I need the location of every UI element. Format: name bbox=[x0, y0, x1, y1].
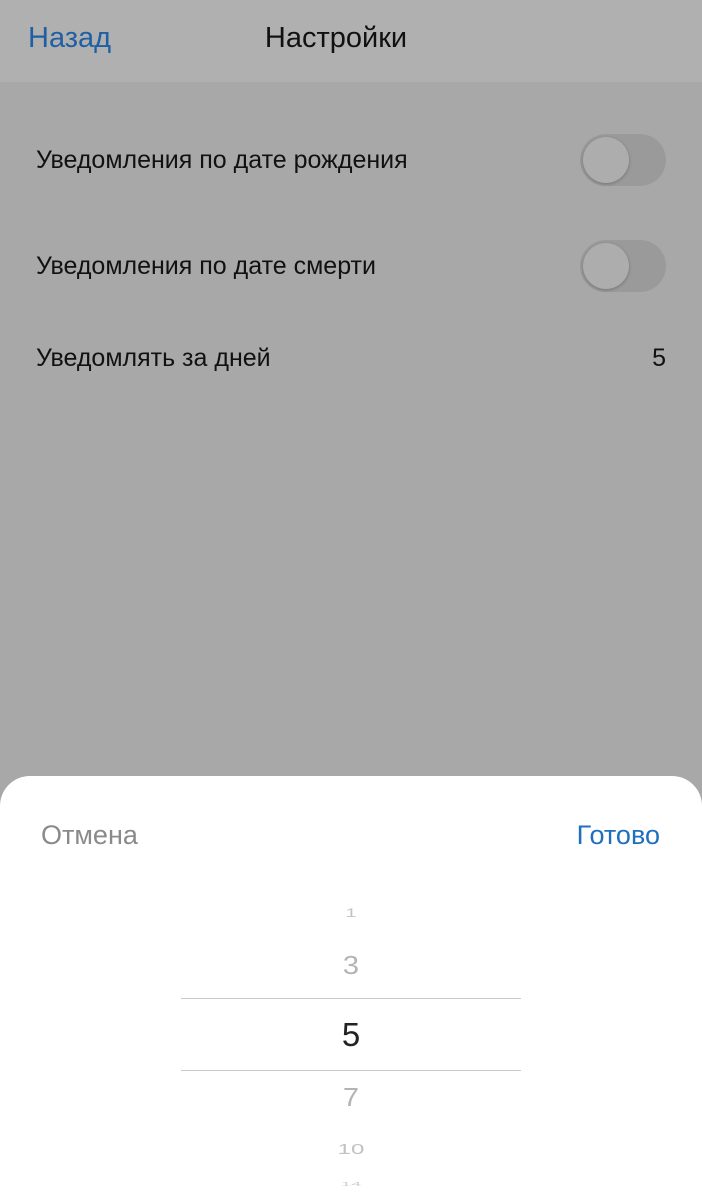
picker-option[interactable]: 14 bbox=[181, 1181, 521, 1187]
death-notifications-label: Уведомления по дате смерти bbox=[36, 251, 376, 280]
navigation-bar: Назад Настройки bbox=[0, 0, 702, 82]
picker-option-selected[interactable]: 5 bbox=[181, 1016, 521, 1054]
death-notifications-toggle[interactable] bbox=[580, 240, 666, 292]
notify-days-value: 5 bbox=[652, 344, 666, 372]
death-notifications-row: Уведомления по дате смерти bbox=[36, 240, 666, 292]
toggle-knob bbox=[583, 137, 629, 183]
toggle-knob bbox=[583, 243, 629, 289]
picker-selection-bottom-line bbox=[181, 1070, 521, 1071]
notify-days-label: Уведомлять за дней bbox=[36, 344, 271, 372]
days-picker-wheel[interactable]: 1 3 5 7 10 14 bbox=[181, 896, 521, 1200]
birth-notifications-toggle[interactable] bbox=[580, 134, 666, 186]
notify-days-row[interactable]: Уведомлять за дней 5 bbox=[36, 344, 666, 373]
picker-option[interactable]: 3 bbox=[181, 952, 521, 981]
picker-option[interactable]: 1 bbox=[181, 907, 521, 921]
birth-notifications-label: Уведомления по дате рождения bbox=[36, 145, 408, 174]
picker-option[interactable]: 7 bbox=[181, 1084, 521, 1113]
picker-option[interactable]: 10 bbox=[181, 1142, 521, 1159]
picker-selection-top-line bbox=[181, 998, 521, 999]
birth-notifications-row: Уведомления по дате рождения bbox=[36, 134, 666, 186]
picker-sheet: Отмена Готово 1 3 5 7 10 14 bbox=[0, 776, 702, 1200]
done-button[interactable]: Готово bbox=[577, 820, 660, 851]
page-title: Настройки bbox=[264, 22, 408, 54]
cancel-button[interactable]: Отмена bbox=[41, 820, 138, 851]
